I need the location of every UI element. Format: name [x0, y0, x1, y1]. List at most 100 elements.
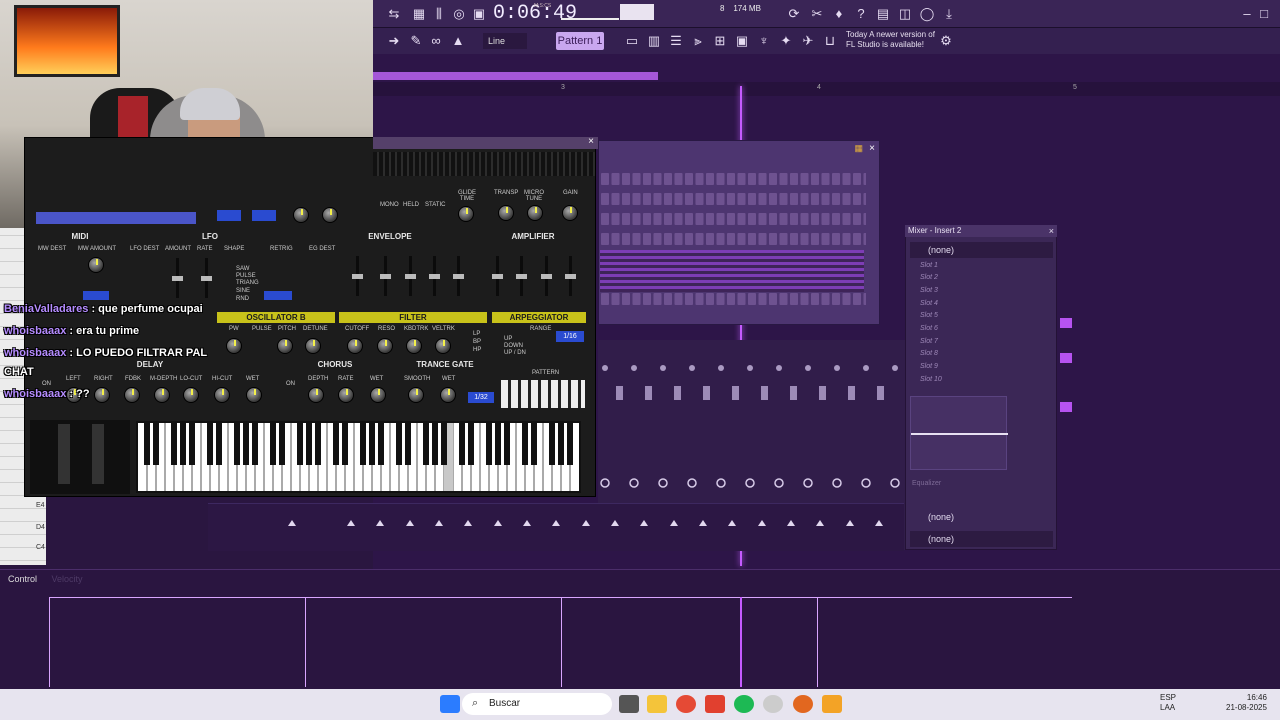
modulation-wheel[interactable]: [92, 424, 104, 484]
virtual-keyboard[interactable]: [136, 421, 581, 493]
event-control-lane[interactable]: [0, 569, 1280, 689]
pitch-knob[interactable]: [277, 338, 293, 354]
pattern-block[interactable]: [1060, 402, 1072, 412]
update-icon[interactable]: ⚙: [937, 32, 955, 50]
brave-icon[interactable]: [705, 695, 725, 713]
close-icon[interactable]: ×: [588, 136, 594, 147]
news-panel[interactable]: Today A newer version of FL Studio is av…: [846, 30, 935, 50]
slot-label[interactable]: Slot 2: [920, 274, 1040, 286]
delay-wet-knob[interactable]: [246, 387, 262, 403]
gate-wet-knob[interactable]: [440, 387, 456, 403]
lfo-sync-display[interactable]: [264, 291, 292, 300]
snap-mode-select[interactable]: Line: [483, 33, 527, 49]
slot-label[interactable]: Slot 1: [920, 262, 1040, 274]
arp-sync-display[interactable]: 1/16: [556, 331, 584, 342]
task-view-icon[interactable]: [619, 695, 639, 713]
close-icon[interactable]: ×: [869, 143, 875, 154]
list-icon[interactable]: ☰: [667, 32, 685, 50]
keyboard-keys[interactable]: [138, 423, 579, 491]
slot-label[interactable]: Slot 5: [920, 312, 1040, 324]
output-select[interactable]: (none): [910, 509, 1053, 525]
chorus-wet-knob[interactable]: [370, 387, 386, 403]
slot-label[interactable]: Slot 4: [920, 300, 1040, 312]
grid-icon[interactable]: ⊞: [711, 32, 729, 50]
pitch-bend-wheel[interactable]: [58, 424, 70, 484]
language-indicator[interactable]: ESP LAA: [1160, 693, 1176, 713]
locut-knob[interactable]: [183, 387, 199, 403]
amp-d-fader[interactable]: [516, 256, 527, 296]
bird-icon[interactable]: ✈: [799, 32, 817, 50]
timeline-ruler[interactable]: 3 4 5: [373, 82, 1280, 96]
gate-sync-display[interactable]: 1/32: [468, 392, 494, 403]
osc-display[interactable]: [217, 210, 241, 221]
minimize-icon[interactable]: –: [1238, 5, 1256, 23]
slot-label[interactable]: Slot 7: [920, 338, 1040, 350]
plugin-titlebar[interactable]: ×: [373, 136, 598, 149]
taskbar-search[interactable]: Buscar: [462, 693, 612, 715]
save-icon[interactable]: ▤: [874, 5, 892, 23]
spotify-icon[interactable]: [734, 695, 754, 713]
knob[interactable]: [293, 207, 309, 223]
env-s-fader[interactable]: [429, 256, 440, 296]
eq-graph[interactable]: [910, 396, 1008, 470]
amp-a-fader[interactable]: [492, 256, 503, 296]
pb-range-display[interactable]: [83, 291, 109, 300]
micro-tune-knob[interactable]: [527, 205, 543, 221]
velocity-bar[interactable]: [305, 597, 306, 687]
stamp-icon[interactable]: ▲: [449, 32, 467, 50]
mixer-icon[interactable]: ⫼: [430, 5, 448, 23]
knob[interactable]: [322, 207, 338, 223]
lfo-amount-fader[interactable]: [172, 258, 183, 298]
velocity-bar[interactable]: [49, 597, 50, 687]
pattern-selector[interactable]: Pattern 1: [556, 32, 604, 50]
glide-knob[interactable]: [458, 206, 474, 222]
gain-knob[interactable]: [562, 205, 578, 221]
wave-icon[interactable]: ◎: [450, 5, 468, 23]
pattern-block[interactable]: [1060, 353, 1072, 363]
refresh-icon[interactable]: ⟳: [785, 5, 803, 23]
transp-knob[interactable]: [498, 205, 514, 221]
veltrk-knob[interactable]: [435, 338, 451, 354]
restore-icon[interactable]: □: [1255, 5, 1273, 23]
pencil-icon[interactable]: ✎: [407, 32, 425, 50]
grid-view-icon[interactable]: ▦: [854, 143, 863, 154]
pw-knob[interactable]: [226, 338, 242, 354]
step-icon[interactable]: ▥: [645, 32, 663, 50]
fdbk-knob[interactable]: [124, 387, 140, 403]
chorus-rate-knob[interactable]: [338, 387, 354, 403]
env-a-fader[interactable]: [380, 256, 391, 296]
velocity-bar[interactable]: [817, 597, 818, 687]
slot-label[interactable]: Slot 8: [920, 350, 1040, 362]
mixer-faders-icon[interactable]: ⫸: [689, 32, 707, 50]
note-icon[interactable]: ▣: [733, 32, 751, 50]
record-icon[interactable]: ▣: [470, 5, 488, 23]
insert-title[interactable]: Mixer - Insert 2 ×: [905, 225, 1057, 237]
chat-icon[interactable]: ◯: [918, 5, 936, 23]
mw-amount-knob[interactable]: [88, 257, 104, 273]
settings-icon[interactable]: [763, 695, 783, 713]
pat-song-icon[interactable]: ⇆: [385, 5, 403, 23]
plug-icon[interactable]: ♆: [755, 32, 773, 50]
preset-display[interactable]: [36, 212, 196, 224]
cut-icon[interactable]: ✂: [808, 5, 826, 23]
reso-knob[interactable]: [377, 338, 393, 354]
system-clock[interactable]: 16:46 21-08-2025: [1226, 693, 1267, 713]
slot-label[interactable]: Slot 6: [920, 325, 1040, 337]
mdepth-knob[interactable]: [154, 387, 170, 403]
fl-studio-icon[interactable]: [822, 695, 842, 713]
chrome-icon[interactable]: [676, 695, 696, 713]
amp-s-fader[interactable]: [541, 256, 552, 296]
env-r-fader[interactable]: [453, 256, 464, 296]
control-label[interactable]: Control Velocity: [8, 574, 83, 584]
wand-icon[interactable]: ✦: [777, 32, 795, 50]
mic-icon[interactable]: ♦: [830, 5, 848, 23]
pattern-icon[interactable]: ▭: [623, 32, 641, 50]
slot-label[interactable]: Slot 10: [920, 376, 1040, 388]
slot-label[interactable]: Slot 3: [920, 287, 1040, 299]
smooth-knob[interactable]: [408, 387, 424, 403]
osc-display-2[interactable]: [252, 210, 276, 221]
link-icon[interactable]: ∞: [427, 32, 445, 50]
delay-right-knob[interactable]: [94, 387, 110, 403]
windows-start-icon[interactable]: [440, 695, 460, 713]
hint-icon[interactable]: ▦: [410, 5, 428, 23]
